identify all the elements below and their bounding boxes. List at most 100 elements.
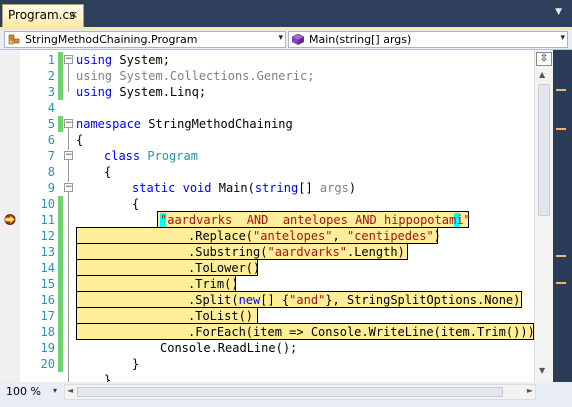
vertical-scrollbar[interactable]: ⇳ ▲ ▼ [534,50,553,382]
keyword: new [238,293,261,307]
line-number: 11 [40,213,55,227]
code-line: .ToList() [188,309,254,323]
code-text: StringMethodChaining [141,117,293,131]
line-number: 18 [40,325,55,339]
horizontal-scrollbar[interactable]: ◄ ► [64,384,536,400]
string-literal: "and" [289,293,326,307]
code-text: System; [112,53,170,67]
code-line: "aardvarks AND antelopes AND hippopotami… [160,213,471,227]
tab-dropdown-icon[interactable]: ▼ [555,7,562,17]
code-line: } [132,357,140,371]
line-number: 10 [40,197,55,211]
line-number: 5 [47,117,55,131]
line-number: 8 [47,165,55,179]
code-line: Console.ReadLine(); [160,341,298,355]
outline-line [68,64,69,92]
overview-mark [556,128,566,130]
outline-line [68,128,69,150]
horizontal-scroll-thumb[interactable] [77,387,503,397]
line-number: 3 [47,85,55,99]
member-combobox[interactable]: Main(string[] args) ▾ [288,31,568,48]
class-combobox[interactable]: StringMethodChaining.Program ▾ [4,31,286,48]
line-number: 19 [40,341,55,355]
code-text: ) [348,181,357,195]
code-line: .ForEach(item => Console.WriteLine(item.… [188,325,543,339]
line-number: 12 [40,229,55,243]
scroll-up-icon[interactable]: ▲ [539,70,545,79]
line-number: 7 [47,149,55,163]
class-combobox-value: StringMethodChaining.Program [25,33,198,46]
parameter-name: args [319,181,349,195]
navigation-bar: StringMethodChaining.Program ▾ Main(stri… [0,30,572,50]
code-line: .Replace("antelopes", "centipedes") [188,228,441,244]
code-text: ) [433,229,441,243]
code-line: .Split(new[] {"and"}, StringSplitOptions… [188,292,520,308]
split-window-button[interactable]: ⇳ [536,52,552,66]
overview-mark [556,282,566,284]
tab-program-cs[interactable]: Program.cs × [2,4,84,27]
string-literal: "antelopes" [253,229,333,243]
code-text: .Replace( [188,229,254,243]
keyword: using [76,85,113,99]
code-text: .Length) [346,245,405,259]
outline-collapse-toggle[interactable]: − [64,119,73,128]
code-editor[interactable]: 1 2 3 4 5 6 7 8 9 10 11 12 13 14 15 16 1… [0,50,553,382]
line-number: 9 [47,181,55,195]
code-line: using System.Collections.Generic; [76,69,315,83]
current-statement-arrow-icon [4,214,16,225]
type-name: Program [147,149,198,163]
code-line: class Program [104,148,198,164]
outline-collapse-toggle[interactable]: − [64,183,73,192]
code-line: .ToLower() [188,261,261,275]
change-bar [58,116,63,132]
line-number: 20 [40,357,55,371]
outline-line [68,192,69,382]
keyword: class [104,149,141,163]
code-line: { [104,165,112,179]
code-line: using System; [76,52,170,68]
line-number: 16 [40,293,55,307]
chevron-down-icon: ▾ [560,33,565,43]
code-text: .Split( [188,293,239,307]
code-line: using System.Linq; [76,84,206,100]
line-number: 4 [47,101,55,115]
class-icon [8,34,20,45]
code-text: [] [298,181,320,195]
code-line: } [104,373,112,382]
outline-collapse-toggle[interactable]: − [64,55,73,64]
close-icon[interactable]: × [69,8,78,21]
line-number: 13 [40,245,55,259]
string-literal: "aardvarks" [267,245,347,259]
code-text: .Substring( [188,245,268,259]
code-text: System.Linq; [112,85,207,99]
code-text: }, StringSplitOptions.None) [325,293,521,307]
line-number: 2 [47,69,55,83]
line-number: 6 [47,133,55,147]
member-combobox-value: Main(string[] args) [309,33,412,46]
chevron-down-icon[interactable]: ▾ [53,386,57,395]
line-number: 14 [40,261,55,275]
code-line: .Substring("aardvarks".Length) [188,244,405,260]
scroll-down-icon[interactable]: ▼ [539,366,545,375]
code-text: [] { [260,293,290,307]
code-line: { [76,133,84,147]
keyword: using [76,53,113,67]
change-bar [58,196,63,372]
tab-label: Program.cs [8,8,76,22]
keyword: void [182,181,212,195]
outline-line [68,160,69,182]
chevron-down-icon: ▾ [278,33,283,43]
keyword: string [254,181,299,195]
method-icon [292,34,304,45]
scroll-left-icon[interactable]: ◄ [67,386,73,395]
outline-collapse-toggle[interactable]: − [64,151,73,160]
scroll-thumb[interactable] [538,84,550,216]
code-text: , [332,229,347,243]
zoom-level[interactable]: 100 % [6,385,41,398]
line-number: 17 [40,309,55,323]
document-tab-strip: Program.cs × ▼ [0,0,572,27]
editor-bottom-bar: 100 % ▾ ◄ ► [0,382,572,407]
keyword: namespace [76,117,142,131]
scroll-right-icon[interactable]: ► [527,386,533,395]
line-number: 1 [47,53,55,67]
